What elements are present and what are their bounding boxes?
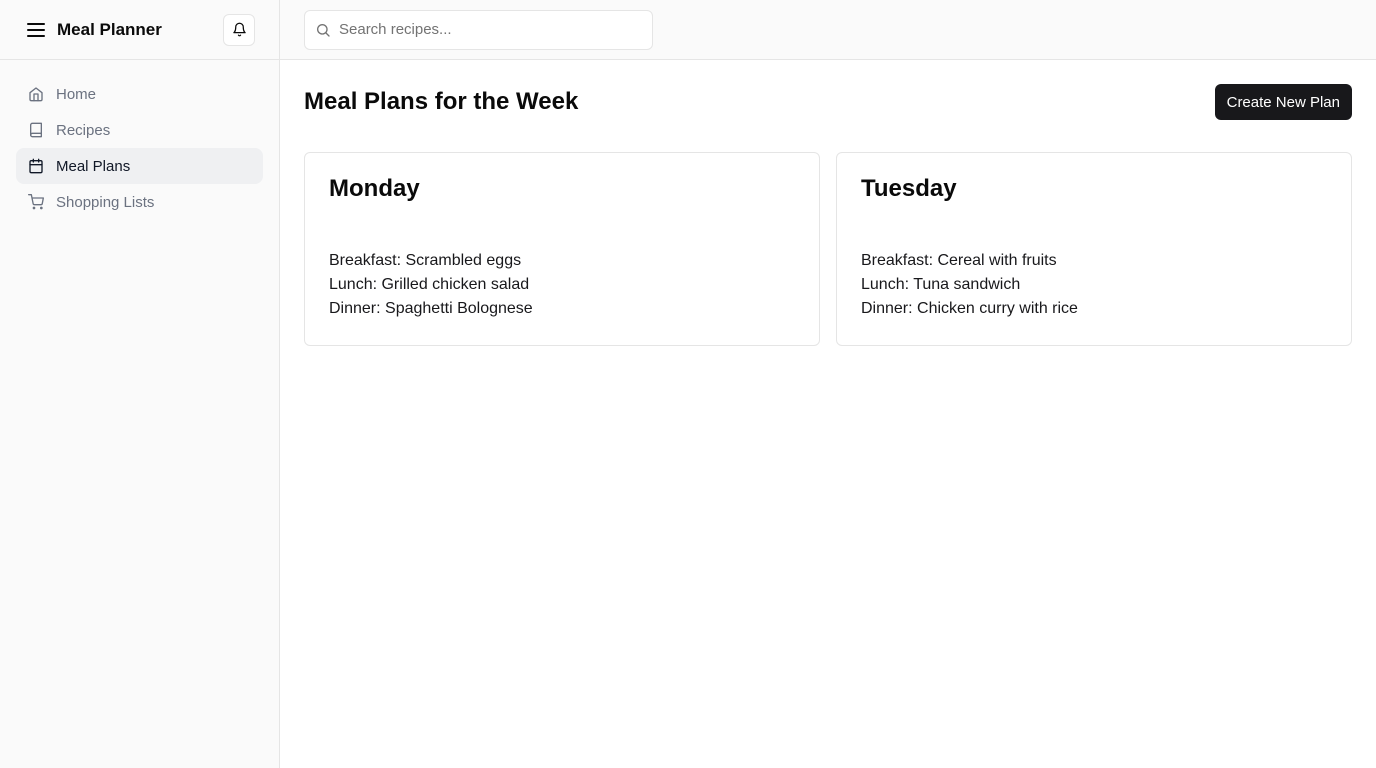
sidebar-item-shopping-lists[interactable]: Shopping Lists — [16, 184, 263, 220]
menu-toggle-button[interactable] — [25, 19, 47, 41]
sidebar-item-home[interactable]: Home — [16, 76, 263, 112]
app-title: Meal Planner — [57, 19, 162, 39]
sidebar-item-label: Home — [56, 85, 97, 103]
meal-plans-content: Meal Plans for the Week Create New Plan … — [280, 60, 1376, 370]
home-icon — [28, 86, 44, 102]
create-new-plan-button[interactable]: Create New Plan — [1214, 84, 1352, 120]
sidebar-item-label: Recipes — [56, 121, 111, 139]
page-title: Meal Plans for the Week — [304, 88, 579, 115]
main-area: Meal Plans for the Week Create New Plan … — [280, 0, 1376, 768]
day-card-monday: Monday Breakfast: Scrambled eggs Lunch: … — [304, 152, 820, 346]
sidebar-item-label: Shopping Lists — [56, 193, 155, 211]
meal-dinner: Dinner: Chicken curry with rice — [861, 300, 1078, 317]
meal-lunch: Lunch: Grilled chicken salad — [329, 276, 530, 293]
day-title: Tuesday — [861, 175, 957, 202]
meal-lunch: Lunch: Tuna sandwich — [861, 276, 1021, 293]
meal-breakfast: Breakfast: Cereal with fruits — [861, 252, 1057, 269]
top-bar — [280, 0, 1376, 60]
app-root: Meal Planner Home Recipes Meal Plans Sho… — [0, 0, 1376, 768]
sidebar: Meal Planner Home Recipes Meal Plans Sho… — [0, 0, 280, 768]
search-input[interactable] — [339, 21, 642, 38]
sidebar-item-recipes[interactable]: Recipes — [16, 112, 263, 148]
notifications-button[interactable] — [223, 13, 255, 46]
book-icon — [28, 122, 44, 138]
search-icon — [317, 23, 330, 37]
sidebar-header: Meal Planner — [0, 0, 279, 60]
sidebar-nav: Home Recipes Meal Plans Shopping Lists — [0, 60, 279, 236]
content-header: Meal Plans for the Week Create New Plan — [304, 84, 1352, 120]
meal-breakfast: Breakfast: Scrambled eggs — [329, 252, 522, 269]
calendar-icon — [28, 158, 44, 174]
sidebar-item-label: Meal Plans — [56, 157, 131, 175]
hamburger-menu-icon — [27, 22, 45, 37]
sidebar-item-meal-plans[interactable]: Meal Plans — [16, 148, 263, 184]
search-box[interactable] — [304, 9, 653, 50]
bell-icon — [232, 22, 246, 37]
day-cards: Monday Breakfast: Scrambled eggs Lunch: … — [304, 152, 1352, 346]
meal-dinner: Dinner: Spaghetti Bolognese — [329, 300, 533, 317]
day-card-tuesday: Tuesday Breakfast: Cereal with fruits Lu… — [836, 152, 1352, 346]
cart-icon — [28, 194, 44, 210]
day-title: Monday — [329, 175, 420, 202]
